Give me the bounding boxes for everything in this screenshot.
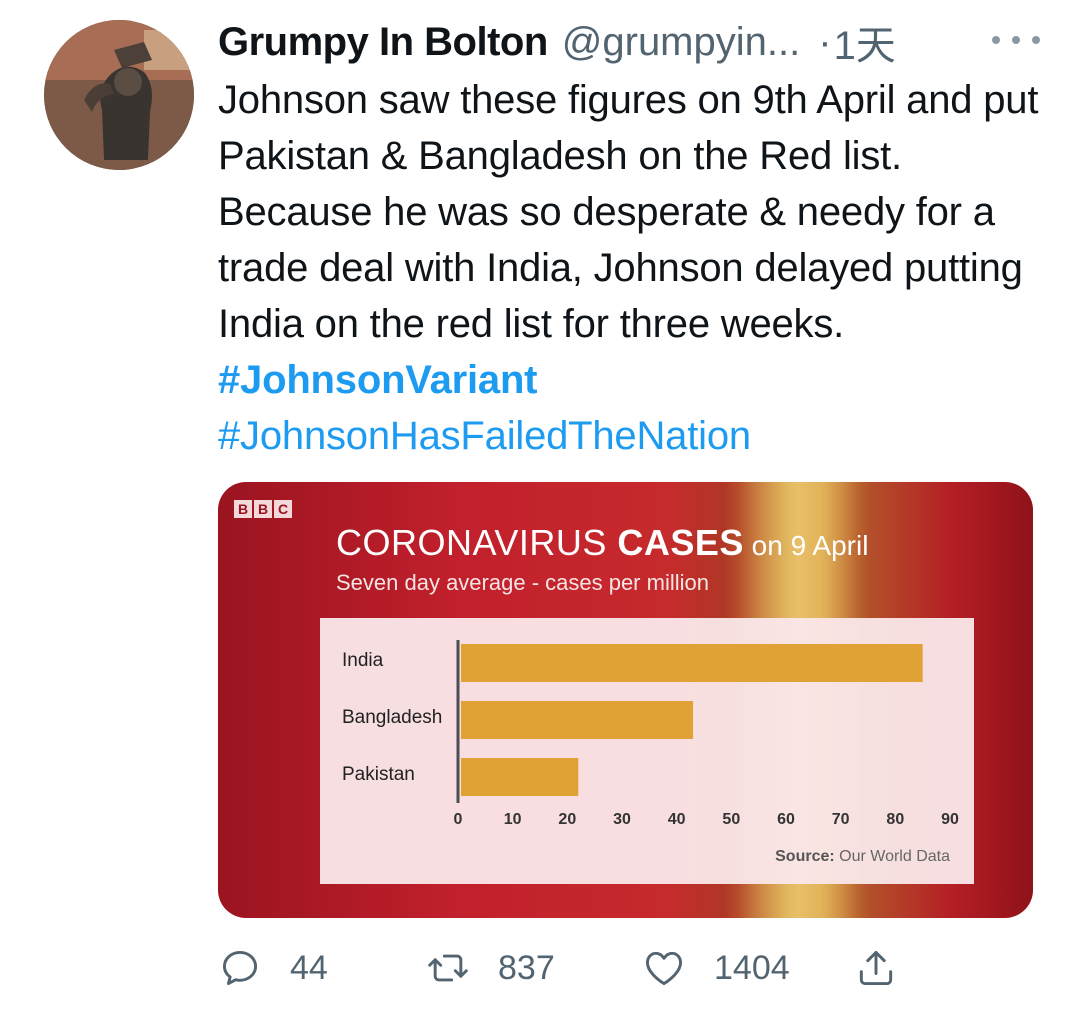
tweet-header: Grumpy In Bolton @grumpyin... · 1天 [218, 14, 1040, 70]
x-tick-label: 20 [558, 811, 576, 828]
tweet-text: Johnson saw these figures on 9th April a… [218, 72, 1048, 464]
logo-letter: B [234, 500, 252, 518]
timestamp[interactable]: 1天 [834, 13, 896, 71]
user-handle[interactable]: @grumpyin... [562, 20, 800, 65]
reply-button[interactable]: 44 [218, 940, 328, 996]
category-label: Bangladesh [342, 707, 442, 728]
retweet-icon [428, 954, 468, 982]
logo-letter: B [254, 500, 272, 518]
bar-pakistan [461, 758, 579, 796]
tweet-body: Johnson saw these figures on 9th April a… [218, 78, 1039, 346]
chart-panel: India Bangladesh Pakistan 0 10 20 30 40 50 60 70 80… [320, 618, 974, 884]
separator-dot: · [818, 19, 832, 64]
x-tick-label: 60 [777, 811, 795, 828]
reply-icon [222, 950, 258, 986]
title-part: CORONAVIRUS [336, 522, 618, 563]
tweet-actions: 44 837 1404 [218, 940, 918, 996]
category-label: Pakistan [342, 764, 415, 785]
like-button[interactable]: 1404 [642, 940, 790, 996]
x-tick-label: 0 [454, 811, 463, 828]
title-part: CASES [617, 522, 744, 563]
chart-title: CORONAVIRUS CASES on 9 April [336, 522, 868, 564]
tweet-media-image[interactable]: B B C CORONAVIRUS CASES on 9 April Seven… [218, 482, 1033, 918]
chart-subtitle: Seven day average - cases per million [336, 570, 709, 595]
x-tick-label: 30 [613, 811, 631, 828]
bar-chart: India Bangladesh Pakistan 0 10 20 30 40 50 60 70 80… [342, 640, 959, 828]
display-name[interactable]: Grumpy In Bolton [218, 20, 548, 65]
source-label: Source: [775, 848, 835, 865]
source-value: Our World Data [834, 848, 950, 865]
hashtag-link[interactable]: #JohnsonVariant [218, 358, 538, 402]
x-tick-label: 70 [832, 811, 850, 828]
bbc-logo: B B C [234, 500, 292, 518]
x-tick-label: 80 [886, 811, 904, 828]
bar-india [461, 644, 923, 682]
x-tick-label: 10 [504, 811, 522, 828]
title-part: on 9 April [743, 530, 869, 561]
x-tick-label: 90 [941, 811, 959, 828]
avatar-image [44, 20, 194, 170]
hashtag-link[interactable]: #JohnsonHasFailedTheNation [218, 414, 751, 458]
like-count: 1404 [714, 948, 790, 987]
share-icon [859, 950, 893, 986]
heart-icon [645, 951, 683, 986]
logo-letter: C [274, 500, 292, 518]
bar-bangladesh [461, 701, 694, 739]
x-tick-label: 50 [722, 811, 740, 828]
avatar[interactable] [44, 20, 194, 170]
more-icon[interactable] [992, 20, 1040, 60]
share-button[interactable] [854, 940, 898, 996]
category-label: India [342, 650, 384, 671]
retweet-count: 837 [498, 948, 555, 987]
reply-count: 44 [290, 948, 328, 987]
retweet-button[interactable]: 837 [426, 940, 555, 996]
chart-source: Source: Our World Data [775, 848, 950, 866]
x-tick-label: 40 [668, 811, 686, 828]
